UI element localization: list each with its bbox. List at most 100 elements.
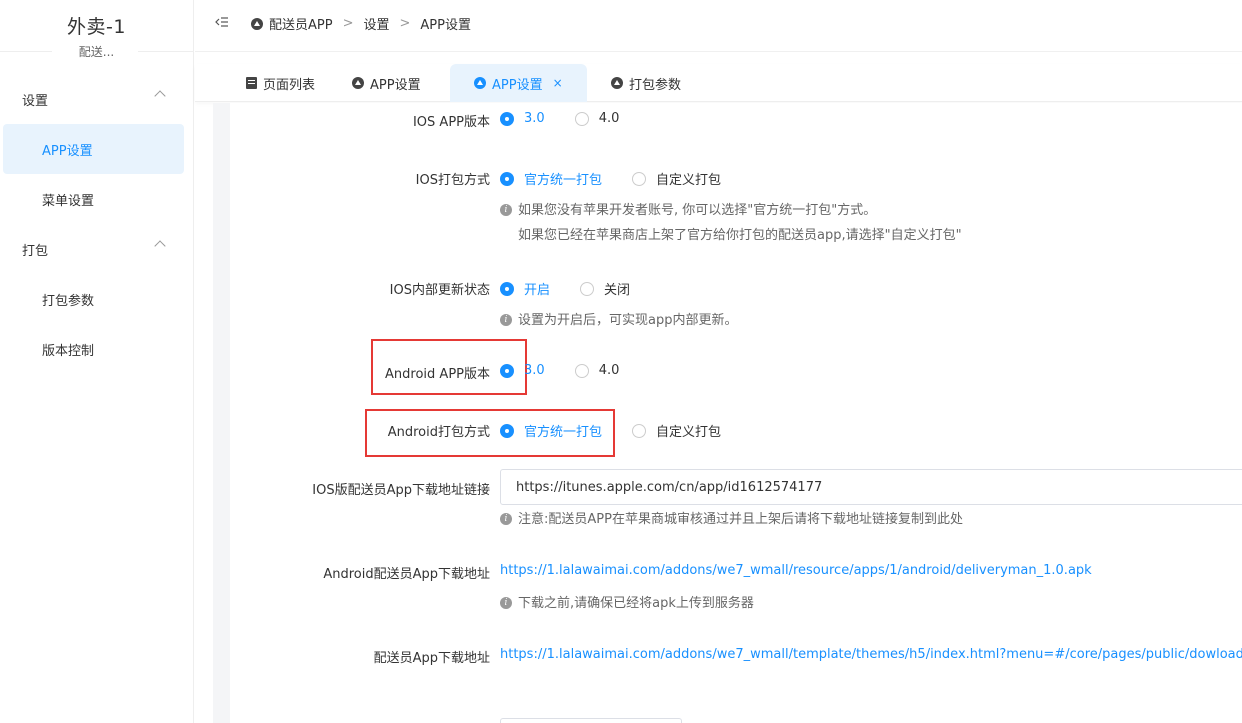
radio-label: 开启 [524,283,551,298]
sidebar-group-pack[interactable]: 打包 [0,224,194,274]
sidebar: 外卖-1 配送... 设置 APP设置 菜单设置 打包 打包参数 版本控制 [0,0,194,723]
app-logo-icon [611,77,623,89]
radio-label: 3.0 [524,111,545,126]
chevron-up-icon [154,240,166,252]
radio-label: 自定义打包 [656,173,722,188]
ios-download-input[interactable]: https://itunes.apple.com/cn/app/id161257… [500,469,1242,505]
field-label: IOS版配送员App下载地址链接 [312,483,490,498]
hint-ios-update: i 设置为开启后，可实现app内部更新。 [500,308,737,333]
submit-button[interactable] [500,718,682,723]
content-gutter [213,103,230,723]
sidebar-group-label: 设置 [22,93,49,109]
close-icon[interactable]: × [553,76,563,90]
radio-label: 自定义打包 [656,425,722,440]
form-row-app-download: 配送员App下载地址 https://1.lalawaimai.com/addo… [230,647,1242,667]
sidebar-group-label: 打包 [22,243,49,259]
info-icon: i [500,314,512,326]
info-icon: i [500,597,512,609]
sidebar-group-settings[interactable]: 设置 [0,74,194,124]
field-label: Android打包方式 [387,425,490,440]
hint-text: 设置为开启后，可实现app内部更新。 [518,313,738,328]
tab-label: APP设置 [370,77,421,93]
tab-app-settings[interactable]: APP设置 [352,64,421,102]
tab-label: 打包参数 [629,77,682,93]
radio-ios-version-3[interactable]: 3.0 [500,111,545,126]
app-logo-icon [251,17,263,30]
form-row-android-pack: Android打包方式 官方统一打包 自定义打包 [230,421,1242,441]
radio-dot [632,171,647,186]
form-row-ios-pack: IOS打包方式 官方统一打包 自定义打包 [230,169,1242,189]
app-logo-icon [474,77,486,89]
radio-ios-pack-custom[interactable]: 自定义打包 [632,169,721,188]
sidebar-item-label: APP设置 [42,143,93,159]
app-download-link[interactable]: https://1.lalawaimai.com/addons/we7_wmal… [500,647,1242,662]
tab-bar: 页面列表 APP设置 APP设置 × 打包参数 [195,64,1242,102]
radio-android-pack-official[interactable]: 官方统一打包 [500,421,602,440]
radio-label: 3.0 [524,363,545,378]
tab-pack-params[interactable]: 打包参数 [611,64,681,102]
form-row-android-download: Android配送员App下载地址 https://1.lalawaimai.c… [230,563,1242,583]
radio-label: 官方统一打包 [524,173,603,188]
sidebar-item-menu-settings[interactable]: 菜单设置 [0,174,194,224]
tab-label: APP设置 [492,77,543,93]
tab-page-list[interactable]: 页面列表 [246,64,315,102]
radio-label: 官方统一打包 [524,425,603,440]
sidebar-item-pack-params[interactable]: 打包参数 [0,274,194,324]
hint-text: 如果您已经在苹果商店上架了官方给你打包的配送员app,请选择"自定义打包" [518,228,962,243]
field-label: Android配送员App下载地址 [323,567,490,582]
hint-text: 如果您没有苹果开发者账号, 你可以选择"官方统一打包"方式。 [518,203,877,218]
field-label: Android APP版本 [385,367,490,382]
form-row-ios-download: IOS版配送员App下载地址链接 https://itunes.apple.co… [230,469,1242,505]
collapse-menu-icon[interactable] [215,15,229,29]
breadcrumb-item[interactable]: 设置 [363,14,389,33]
sidebar-item-label: 打包参数 [42,293,95,309]
form-row-ios-version: IOS APP版本 3.0 4.0 [230,111,1242,131]
radio-android-pack-custom[interactable]: 自定义打包 [632,421,721,440]
radio-dot [580,281,595,296]
brand: 外卖-1 配送... [0,0,193,70]
form-row-android-version: Android APP版本 3.0 4.0 [230,363,1242,383]
top-header: 配送员APP > 设置 > APP设置 [195,0,1242,52]
radio-android-version-3[interactable]: 3.0 [500,363,545,378]
radio-dot [500,363,514,378]
sidebar-item-label: 菜单设置 [42,193,95,209]
chevron-up-icon [154,90,166,102]
radio-ios-version-4[interactable]: 4.0 [574,111,620,126]
hint-android-download: i 下载之前,请确保已经将apk上传到服务器 [500,591,754,616]
radio-ios-update-on[interactable]: 开启 [500,279,550,298]
breadcrumb-item: APP设置 [420,18,471,33]
radio-ios-update-off[interactable]: 关闭 [580,279,630,298]
sidebar-item-version-control[interactable]: 版本控制 [0,324,194,374]
info-icon: i [500,513,512,525]
form-row-ios-update: IOS内部更新状态 开启 关闭 [230,279,1242,299]
sidebar-item-app-settings[interactable]: APP设置 [3,124,184,174]
radio-dot [500,111,514,126]
sidebar-item-label: 版本控制 [42,343,95,359]
breadcrumb-separator: > [342,16,354,31]
radio-dot [574,111,589,126]
breadcrumb-item[interactable]: 配送员APP [269,14,333,33]
list-icon [246,77,257,89]
radio-dot [500,423,514,438]
hint-text: 注意:配送员APP在苹果商城审核通过并且上架后请将下载地址链接复制到此处 [518,512,963,527]
radio-android-version-4[interactable]: 4.0 [574,363,619,378]
field-label: IOS打包方式 [415,173,490,188]
field-label: IOS内部更新状态 [389,283,490,298]
tab-label: 页面列表 [263,77,316,93]
breadcrumb-separator: > [399,16,411,31]
radio-dot [574,363,589,378]
radio-dot [500,171,514,186]
field-label: IOS APP版本 [412,115,490,130]
brand-divider [0,51,52,52]
android-download-link[interactable]: https://1.lalawaimai.com/addons/we7_wmal… [500,563,1092,578]
radio-dot [500,281,514,296]
settings-form: IOS APP版本 3.0 4.0 IOS打包方式 官方统一打包 自定义打包 i… [230,103,1242,723]
radio-label: 关闭 [604,283,631,298]
radio-label: 4.0 [598,111,620,126]
radio-dot [632,423,647,438]
hint-text: 下载之前,请确保已经将apk上传到服务器 [518,596,754,611]
hint-ios-pack: i 如果您没有苹果开发者账号, 你可以选择"官方统一打包"方式。 如果您已经在苹… [500,198,962,248]
radio-ios-pack-official[interactable]: 官方统一打包 [500,169,602,188]
tab-app-settings-active[interactable]: APP设置 × [450,64,587,102]
hint-ios-download: i 注意:配送员APP在苹果商城审核通过并且上架后请将下载地址链接复制到此处 [500,507,963,532]
